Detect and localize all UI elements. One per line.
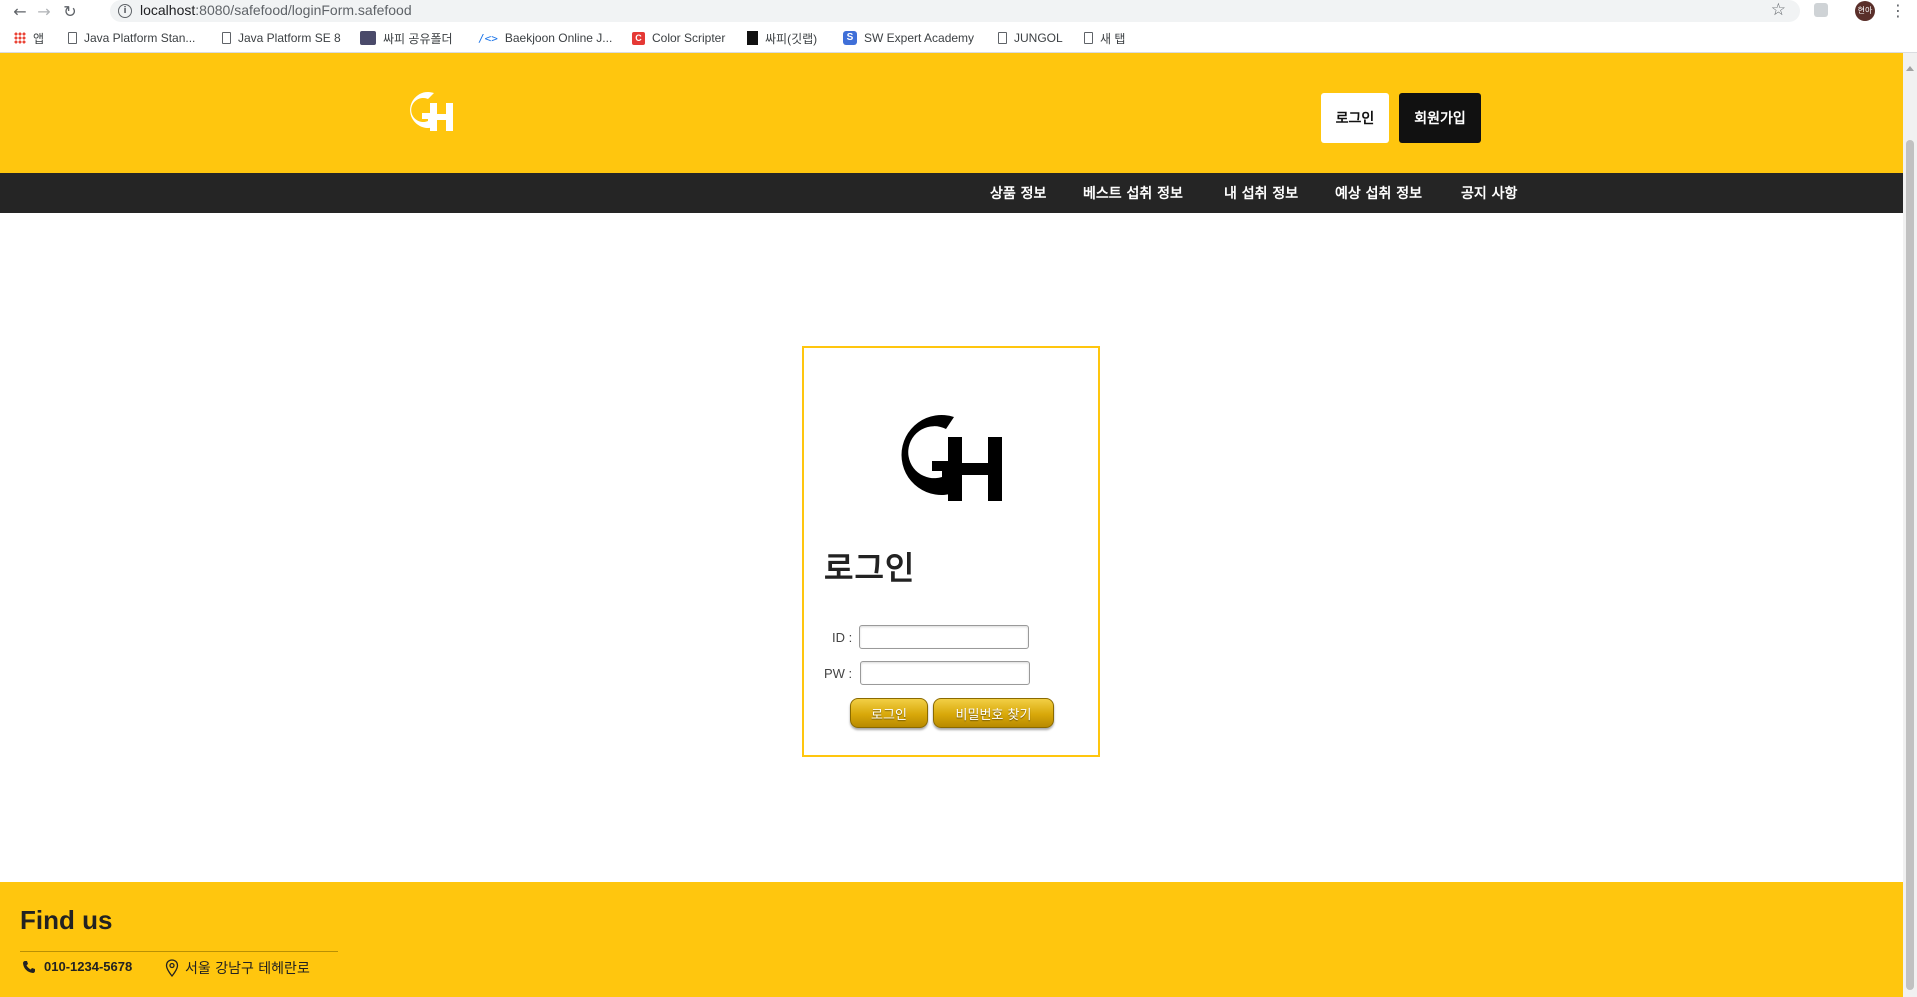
address-text: 서울 강남구 테헤란로 — [185, 961, 310, 977]
gh-logo-large — [901, 415, 1002, 501]
pw-label: PW : — [824, 666, 853, 681]
gh-logo[interactable] — [404, 89, 456, 133]
bookmark-star-icon[interactable]: ☆ — [1771, 0, 1786, 20]
header-login-button[interactable]: 로그인 — [1321, 93, 1389, 143]
bookmark-sw-expert-academy[interactable]: S SW Expert Academy — [843, 29, 974, 47]
browser-menu-icon[interactable]: ⋮ — [1890, 1, 1906, 21]
nav-item-product-info[interactable]: 상품 정보 — [990, 183, 1046, 203]
site-header: 로그인 회원가입 — [0, 53, 1903, 173]
url-text[interactable]: localhost:8080/safefood/loginForm.safefo… — [140, 2, 412, 18]
find-password-button[interactable]: 비밀번호 찾기 — [933, 698, 1054, 728]
login-title: 로그인 — [824, 549, 916, 587]
bookmark-label: 싸피 공유폴더 — [383, 31, 453, 46]
page-icon — [998, 32, 1007, 44]
bookmark-label: Color Scripter — [652, 31, 726, 45]
bookmark-baekjoon[interactable]: /<> Baekjoon Online J... — [478, 29, 612, 47]
bookmark-ssafy-gitlab[interactable]: 싸피(깃랩) — [747, 29, 817, 47]
back-arrow-icon[interactable]: ← — [10, 1, 30, 21]
bookmark-jungol[interactable]: JUNGOL — [998, 29, 1063, 47]
bookmark-label: 새 탭 — [1100, 31, 1126, 46]
bookmark-label: JUNGOL — [1014, 31, 1063, 45]
bookmark-label: 앱 — [33, 31, 45, 46]
bookmark-ssafy-share[interactable]: 싸피 공유폴더 — [360, 29, 453, 47]
bookmark-java-platform-stan[interactable]: Java Platform Stan... — [68, 29, 195, 47]
scrollbar-thumb[interactable] — [1906, 140, 1914, 990]
login-form-card: 로그인 ID : PW : 로그인 비밀번호 찾기 — [802, 346, 1100, 757]
swea-icon: S — [843, 31, 857, 45]
browser-toolbar: ← → ↻ i localhost:8080/safefood/loginFor… — [0, 0, 1917, 22]
bookmark-new-tab[interactable]: 새 탭 — [1084, 29, 1125, 47]
pw-input[interactable] — [860, 661, 1030, 685]
address-bar[interactable]: i localhost:8080/safefood/loginForm.safe… — [110, 0, 1800, 22]
footer-divider — [20, 951, 338, 952]
bookmark-java-platform-se8[interactable]: Java Platform SE 8 — [222, 29, 341, 47]
id-label: ID : — [832, 630, 853, 645]
location-pin-icon — [165, 959, 179, 977]
footer-phone: 010-1234-5678 — [22, 959, 132, 974]
footer-address: 서울 강남구 테헤란로 — [165, 958, 310, 978]
login-submit-button[interactable]: 로그인 — [850, 698, 928, 728]
main-nav: 상품 정보 베스트 섭취 정보 내 섭취 정보 예상 섭취 정보 공지 사항 — [0, 173, 1903, 213]
bookmark-color-scripter[interactable]: C Color Scripter — [632, 29, 725, 47]
reload-icon[interactable]: ↻ — [60, 1, 80, 21]
scroll-up-arrow-icon[interactable] — [1906, 66, 1914, 71]
bookmark-apps[interactable]: 앱 — [14, 29, 44, 47]
gitlab-icon — [747, 31, 758, 45]
bookmark-label: Java Platform SE 8 — [238, 31, 341, 45]
id-input[interactable] — [859, 625, 1029, 649]
hps-icon — [360, 31, 376, 45]
nav-item-notice[interactable]: 공지 사항 — [1461, 183, 1517, 203]
header-join-button[interactable]: 회원가입 — [1399, 93, 1481, 143]
profile-avatar[interactable]: 현아 — [1855, 1, 1875, 21]
url-host: localhost — [140, 2, 196, 18]
bookmark-label: Baekjoon Online J... — [504, 31, 613, 45]
page-icon — [1084, 32, 1093, 44]
site-footer: Find us 010-1234-5678 서울 강남구 테헤란로 — [0, 882, 1903, 997]
apps-grid-icon — [14, 32, 26, 44]
forward-arrow-icon[interactable]: → — [34, 1, 54, 21]
nav-item-expected-intake[interactable]: 예상 섭취 정보 — [1335, 183, 1422, 203]
extension-icon[interactable] — [1814, 3, 1828, 17]
nav-item-best-intake[interactable]: 베스트 섭취 정보 — [1083, 183, 1183, 203]
bookmarks-bar: 앱 Java Platform Stan... Java Platform SE… — [0, 22, 1917, 53]
bookmark-label: Java Platform Stan... — [84, 31, 196, 45]
footer-title: Find us — [20, 905, 113, 935]
bookmark-label: SW Expert Academy — [864, 31, 975, 45]
url-path: :8080/safefood/loginForm.safefood — [195, 2, 412, 18]
page-icon — [68, 32, 77, 44]
bookmark-label: 싸피(깃랩) — [765, 31, 818, 46]
phone-number: 010-1234-5678 — [44, 959, 133, 974]
page-icon — [222, 32, 231, 44]
site-info-icon[interactable]: i — [118, 4, 132, 18]
color-scripter-icon: C — [632, 31, 645, 45]
code-icon: /<> — [478, 31, 498, 45]
nav-item-my-intake[interactable]: 내 섭취 정보 — [1224, 183, 1298, 203]
phone-icon — [23, 960, 35, 973]
